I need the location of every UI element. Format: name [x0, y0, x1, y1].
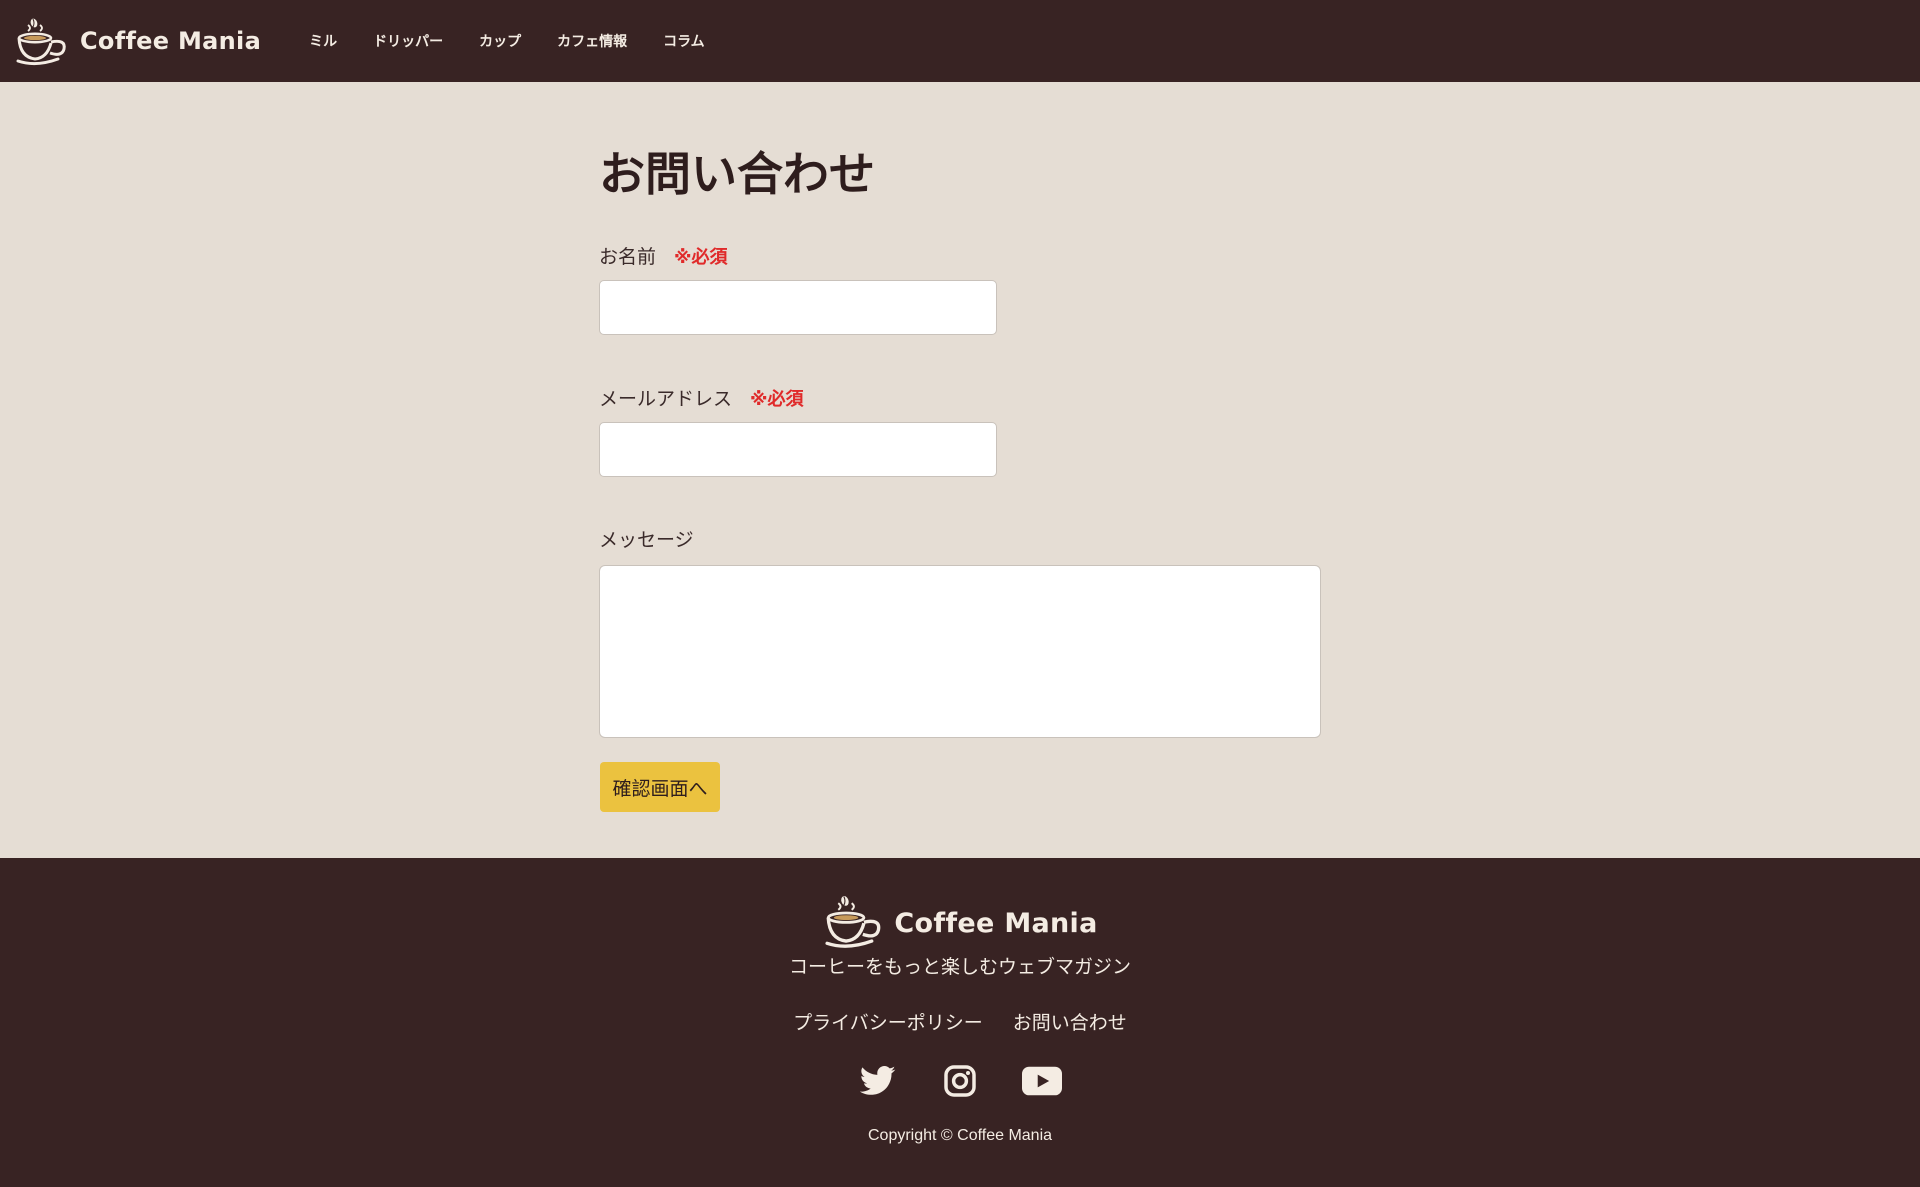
- logo-text: Coffee Mania: [80, 27, 262, 55]
- site-footer: Coffee Mania コーヒーをもっと楽しむウェブマガジン プライバシーポリ…: [0, 858, 1920, 1187]
- twitter-icon[interactable]: [858, 1061, 898, 1101]
- instagram-icon[interactable]: [940, 1061, 980, 1101]
- footer-link-privacy-policy[interactable]: プライバシーポリシー: [793, 1008, 983, 1035]
- email-input[interactable]: [599, 422, 997, 477]
- footer-tagline: コーヒーをもっと楽しむウェブマガジン: [788, 956, 1131, 978]
- message-textarea[interactable]: [599, 565, 1321, 738]
- coffee-cup-logo-icon: [822, 892, 888, 954]
- required-badge: ※必須: [674, 247, 728, 268]
- nav-item-dripper[interactable]: ドリッパー: [373, 31, 443, 51]
- footer-link-contact[interactable]: お問い合わせ: [1013, 1008, 1127, 1035]
- email-label-text: メールアドレス: [599, 388, 733, 410]
- footer-links: プライバシーポリシー お問い合わせ: [0, 1008, 1920, 1035]
- email-label: メールアドレス ※必須: [599, 384, 804, 411]
- footer-logo[interactable]: Coffee Mania: [0, 892, 1920, 954]
- name-label-text: お名前: [599, 246, 657, 268]
- coffee-cup-logo-icon: [14, 15, 72, 67]
- message-label: メッセージ: [599, 525, 694, 552]
- name-input[interactable]: [599, 280, 997, 335]
- confirm-button[interactable]: 確認画面へ: [600, 762, 720, 812]
- name-label: お名前 ※必須: [599, 242, 728, 269]
- youtube-icon[interactable]: [1022, 1061, 1062, 1101]
- page-title: お問い合わせ: [599, 147, 875, 201]
- site-header: Coffee Mania ミル ドリッパー カップ カフェ情報 コラム: [0, 0, 1920, 82]
- footer-logo-text: Coffee Mania: [894, 907, 1098, 939]
- header-logo[interactable]: Coffee Mania: [14, 15, 261, 67]
- nav-item-cafe-info[interactable]: カフェ情報: [557, 31, 627, 51]
- required-badge: ※必須: [750, 389, 804, 410]
- nav-item-column[interactable]: コラム: [663, 31, 705, 51]
- social-links: [0, 1061, 1920, 1101]
- copyright: Copyright © Coffee Mania: [867, 1127, 1053, 1144]
- main-nav: ミル ドリッパー カップ カフェ情報 コラム: [309, 31, 741, 51]
- nav-item-cup[interactable]: カップ: [479, 31, 521, 51]
- message-label-text: メッセージ: [599, 529, 694, 551]
- nav-item-mill[interactable]: ミル: [309, 31, 337, 51]
